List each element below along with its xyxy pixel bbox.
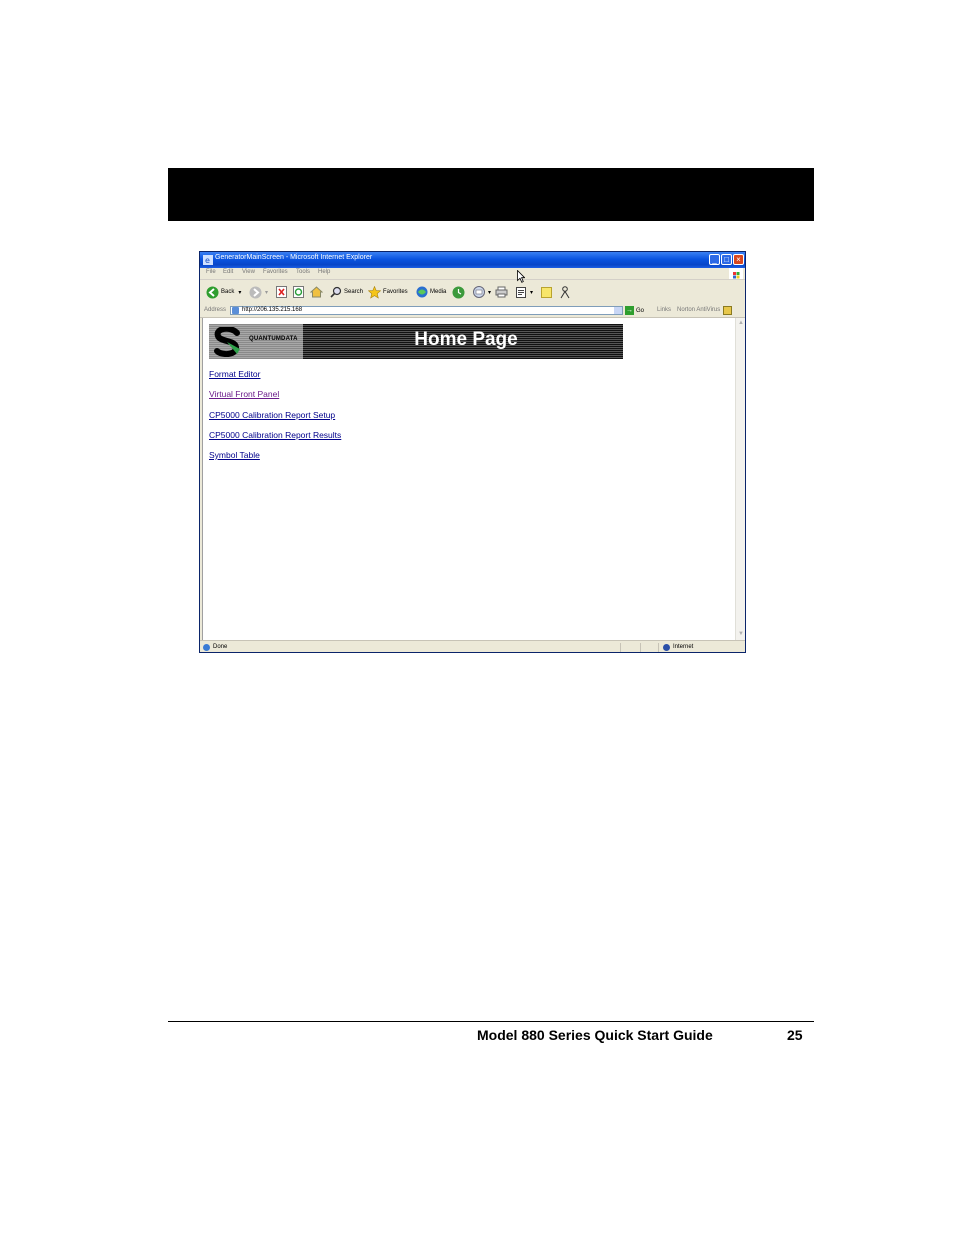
messenger-button[interactable] — [559, 284, 571, 300]
home-button[interactable] — [310, 284, 323, 300]
internet-zone-icon — [663, 644, 670, 651]
menu-edit[interactable]: Edit — [223, 269, 233, 275]
menu-view[interactable]: View — [242, 269, 255, 275]
history-button[interactable] — [452, 284, 465, 300]
ie-app-icon: e — [203, 255, 213, 265]
svg-text:e: e — [205, 256, 210, 265]
note-icon — [541, 286, 552, 298]
page-content: QUANTUMDATA Home Page Format Editor Virt… — [202, 318, 736, 640]
menu-tools[interactable]: Tools — [296, 269, 310, 275]
discuss-button[interactable] — [541, 284, 552, 300]
browser-window: e GeneratorMainScreen - Microsoft Intern… — [199, 251, 746, 653]
maximize-button[interactable]: □ — [721, 254, 732, 265]
footer-rule — [168, 1021, 814, 1022]
links-button[interactable]: Links — [657, 307, 671, 313]
refresh-icon — [293, 286, 304, 298]
footer-page-number: 25 — [787, 1027, 803, 1043]
menu-help[interactable]: Help — [318, 269, 330, 275]
page-done-icon — [203, 644, 210, 651]
back-button[interactable]: Back ▾ — [206, 284, 241, 300]
stop-button[interactable] — [276, 284, 287, 300]
status-separator — [640, 643, 641, 652]
status-bar: Done Internet — [200, 640, 745, 652]
link-cp5000-report-setup[interactable]: CP5000 Calibration Report Setup — [209, 410, 335, 420]
star-icon — [368, 285, 381, 299]
address-url: http://206.135.215.168 — [242, 307, 303, 313]
link-virtual-front-panel[interactable]: Virtual Front Panel — [209, 389, 279, 399]
link-cp5000-report-results[interactable]: CP5000 Calibration Report Results — [209, 430, 341, 440]
search-button[interactable]: Search — [330, 284, 363, 300]
home-page-banner: QUANTUMDATA Home Page — [209, 324, 623, 359]
address-label: Address — [204, 307, 227, 313]
print-button[interactable] — [495, 284, 508, 300]
mail-button[interactable]: ▾ — [473, 284, 491, 300]
close-button[interactable]: × — [733, 254, 744, 265]
status-text: Done — [213, 644, 228, 650]
media-button[interactable]: Media — [416, 284, 446, 300]
stop-icon — [276, 286, 287, 298]
norton-icon[interactable] — [723, 306, 732, 315]
toolbar: Back ▾ ▾ Search Favorites Media ▾ ▾ — [200, 280, 745, 306]
scroll-up-icon[interactable]: ▲ — [737, 319, 745, 327]
favorites-button[interactable]: Favorites — [368, 284, 408, 300]
address-dropdown-icon[interactable] — [614, 307, 622, 314]
menu-file[interactable]: File — [206, 269, 216, 275]
home-icon — [310, 286, 323, 298]
window-title: GeneratorMainScreen - Microsoft Internet… — [215, 254, 373, 261]
title-bar[interactable]: e GeneratorMainScreen - Microsoft Intern… — [200, 252, 745, 268]
history-icon — [452, 286, 465, 298]
printer-icon — [495, 286, 508, 298]
mouse-cursor-icon — [517, 270, 525, 283]
mail-icon — [473, 286, 485, 298]
quantum-data-logo: QUANTUMDATA — [209, 324, 303, 359]
menu-bar: File Edit View Favorites Tools Help — [200, 268, 745, 280]
forward-arrow-icon — [249, 286, 262, 298]
status-separator — [620, 643, 621, 652]
windows-logo-icon — [729, 268, 743, 279]
back-arrow-icon — [206, 286, 219, 298]
edit-page-icon — [516, 286, 526, 298]
logo-text: QUANTUMDATA — [249, 336, 298, 342]
messenger-icon — [560, 285, 570, 298]
refresh-button[interactable] — [293, 284, 304, 300]
header-black-bar — [168, 168, 814, 221]
page-icon — [232, 307, 239, 314]
forward-button[interactable]: ▾ — [249, 284, 268, 300]
go-button[interactable]: → Go — [625, 306, 644, 315]
link-symbol-table[interactable]: Symbol Table — [209, 450, 260, 460]
quantum-data-logo-icon — [214, 327, 240, 357]
address-bar: Address http://206.135.215.168 → Go Link… — [200, 305, 745, 318]
security-zone: Internet — [673, 644, 694, 650]
edit-button[interactable]: ▾ — [516, 284, 533, 300]
link-format-editor[interactable]: Format Editor — [209, 369, 261, 379]
go-arrow-icon: → — [625, 306, 634, 315]
footer-guide-title: Model 880 Series Quick Start Guide — [477, 1027, 713, 1043]
address-input[interactable]: http://206.135.215.168 — [230, 306, 623, 315]
media-icon — [416, 286, 428, 298]
search-icon — [330, 286, 342, 298]
norton-antivirus-button[interactable]: Norton AntiVirus — [677, 307, 720, 313]
vertical-scrollbar[interactable]: ▲ ▼ — [735, 318, 745, 640]
scroll-down-icon[interactable]: ▼ — [737, 630, 745, 638]
status-separator — [658, 643, 659, 652]
banner-title: Home Page — [414, 329, 518, 350]
minimize-button[interactable]: _ — [709, 254, 720, 265]
menu-favorites[interactable]: Favorites — [263, 269, 288, 275]
